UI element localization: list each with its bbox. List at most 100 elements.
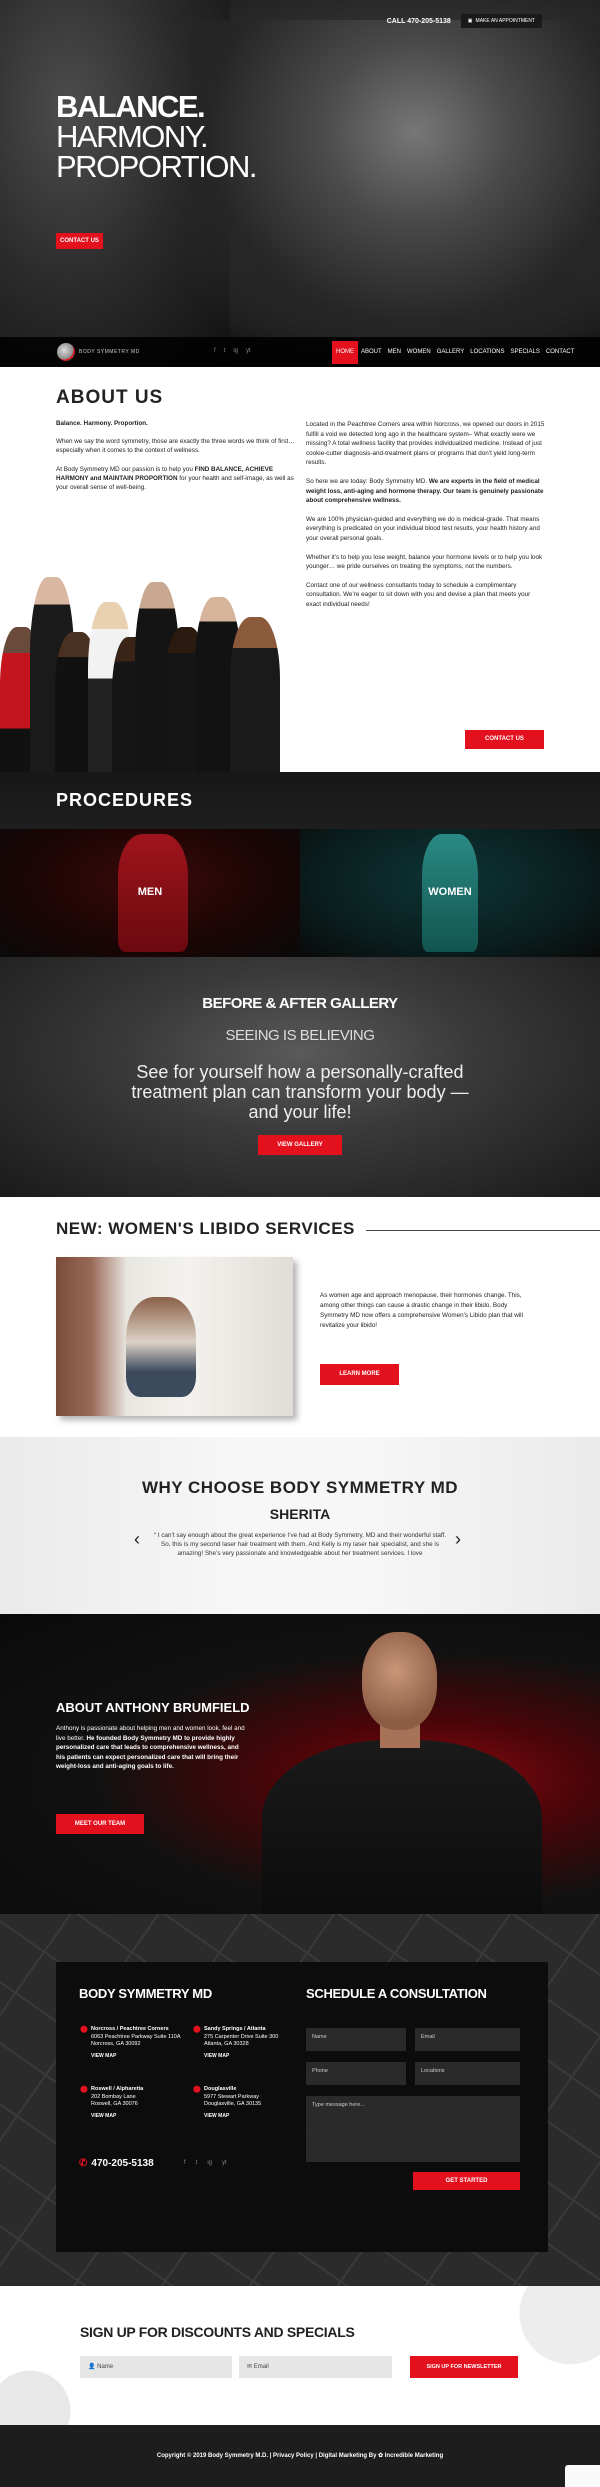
instagram-icon[interactable]: ig [207,2160,212,2166]
location-city: Roswell, GA 30076 [91,2101,138,2107]
about-contact-button[interactable]: CONTACT US [465,730,544,749]
message-textarea[interactable]: Type message here... [306,2096,520,2162]
view-map-link[interactable]: VIEW MAP [91,2053,191,2061]
testimonial-name: SHERITA [269,1506,331,1522]
email-placeholder: Email [253,2364,269,2370]
location-address: 275 Carpenter Drive Suite 300 [204,2033,279,2040]
libido-section: NEW: WOMEN'S LIBIDO SERVICES As women ag… [0,1197,600,1437]
view-map-link[interactable]: VIEW MAP [204,2113,304,2121]
location-address: 202 Bombay Lane [91,2093,136,2100]
about-right-p4: Whether it’s to help you lose weight, ba… [306,553,543,571]
team-member [230,617,280,772]
footer-social: f t ig yt [184,2160,227,2166]
about-r2-text: So here we are today: Body Symmetry MD. [306,477,429,485]
get-started-button[interactable]: GET STARTED [413,2172,520,2190]
copyright-text: Copyright © 2019 Body Symmetry M.D. | Pr… [156,2453,444,2459]
footer-phone[interactable]: ✆ 470-205-5138 [79,2158,154,2169]
founder-section: ABOUT ANTHONY BRUMFIELD Anthony is passi… [0,1614,600,1914]
procedures-title: PROCEDURES [56,790,194,810]
libido-title: NEW: WOMEN'S LIBIDO SERVICES [56,1219,355,1238]
view-map-link[interactable]: VIEW MAP [91,2113,191,2121]
meet-team-button[interactable]: MEET OUR TEAM [56,1814,144,1834]
location-name: Norcross / Peachtree Corners [91,2026,169,2032]
founder-text: Anthony is passionate about helping men … [56,1724,246,1772]
nav-item-specials[interactable]: SPECIALS [508,341,543,364]
about-right-p5: Contact one of our wellness consultants … [306,581,531,608]
nav-item-about[interactable]: ABOUT [358,341,385,364]
facebook-icon[interactable]: f [184,2160,186,2166]
chevron-left-icon[interactable]: ‹ [134,1529,140,1550]
hero-contact-button[interactable]: CONTACT US [56,233,103,249]
newsletter-name-input[interactable]: 👤 Name [80,2356,232,2378]
locations-select[interactable]: Locations [415,2062,520,2085]
about-right-p1: Located in the Peachtree Corners area wi… [306,421,545,467]
learn-more-button[interactable]: LEARN MORE [320,1364,399,1385]
view-gallery-button[interactable]: VIEW GALLERY [258,1135,342,1155]
consultation-title: SCHEDULE A CONSULTATION [306,1986,487,2001]
view-map-link[interactable]: VIEW MAP [204,2053,304,2061]
location-name: Sandy Springs / Atlanta [204,2026,266,2032]
location-douglasville: ⬤ Douglasville 5977 Stewart Parkway Doug… [193,2086,304,2121]
testimonial-quote: “ I can’t say enough about the great exp… [153,1532,447,1557]
nav-item-gallery[interactable]: GALLERY [434,341,468,364]
location-norcross: ⬤ Norcross / Peachtree Corners 6063 Peac… [80,2026,191,2061]
header-phone[interactable]: CALL 470-205-5138 [387,18,451,25]
hero-line-3: PROPORTION. [56,149,257,184]
about-right-p3: We are 100% physician-guided and everyth… [306,515,540,542]
map-pin-icon: ⬤ [80,2026,88,2033]
about-title: ABOUT US [56,387,164,408]
procedure-men-label: MEN [137,886,163,898]
user-icon: 👤 [88,2364,98,2370]
facebook-icon[interactable]: f [214,348,216,354]
procedure-men-tile[interactable]: MEN [0,829,300,957]
nav-social: f t ig yt [214,348,251,354]
nav-item-contact[interactable]: CONTACT [543,341,578,364]
gallery-title: BEFORE & AFTER GALLERY [202,995,398,1012]
procedures-section: PROCEDURES MEN WOMEN [0,772,600,957]
couple-photo [56,1257,293,1416]
nav-item-women[interactable]: WOMEN [404,341,434,364]
about-paragraph-2: At Body Symmetry MD our passion is to he… [56,465,298,493]
map-pin-icon: ⬤ [193,2026,201,2033]
about-right-p2: So here we are today: Body Symmetry MD. … [306,477,546,506]
hero-line-2: HARMONY. [56,119,209,154]
youtube-icon[interactable]: yt [246,348,251,354]
procedure-women-tile[interactable]: WOMEN [300,829,600,957]
recaptcha-badge-icon[interactable] [565,2465,600,2487]
contact-panel: BODY SYMMETRY MD ⬤ Norcross / Peachtree … [56,1962,548,2252]
appointment-button[interactable]: ▣ MAKE AN APPOINTMENT [460,14,542,28]
newsletter-signup-button[interactable]: SIGN UP FOR NEWSLETTER [410,2356,518,2378]
twitter-icon[interactable]: t [196,2160,198,2166]
copyright-bar: Copyright © 2019 Body Symmetry M.D. | Pr… [0,2425,600,2487]
about-p2-text: At Body Symmetry MD our passion is to he… [56,465,195,473]
why-title: WHY CHOOSE BODY SYMMETRY MD [141,1478,459,1497]
gallery-text: See for yourself how a personally-crafte… [131,1062,469,1122]
name-field[interactable]: Name [306,2028,406,2051]
appointment-label: MAKE AN APPOINTMENT [475,18,535,24]
location-city: Norcross, GA 30092 [91,2041,141,2047]
newsletter-email-input[interactable]: ✉ Email [239,2356,392,2378]
email-field[interactable]: Email [415,2028,520,2051]
couple-figure [126,1297,196,1397]
chevron-right-icon[interactable]: › [455,1529,461,1550]
map-pin-icon: ⬤ [193,2086,201,2093]
libido-text: As women age and approach menopause, the… [320,1292,523,1329]
founder-photo-head [362,1632,437,1730]
phone-field[interactable]: Phone [306,2062,406,2085]
location-name: Roswell / Alpharetta [91,2086,144,2092]
instagram-icon[interactable]: ig [233,348,238,354]
phone-icon: ✆ [79,2158,88,2169]
nav-item-home[interactable]: HOME [332,341,358,364]
site-logo[interactable]: BODY SYMMETRY MD [57,343,140,361]
procedure-women-label: WOMEN [428,886,472,898]
twitter-icon[interactable]: t [224,348,226,354]
logo-text: BODY SYMMETRY MD [79,349,140,355]
youtube-icon[interactable]: yt [222,2160,227,2166]
footer-phone-number: 470-205-5138 [91,2158,154,2169]
hero-section: CALL 470-205-5138 ▣ MAKE AN APPOINTMENT B… [0,0,600,367]
main-nav: BODY SYMMETRY MD f t ig yt HOME ABOUT ME… [0,337,600,367]
nav-item-locations[interactable]: LOCATIONS [467,341,507,364]
location-address: 6063 Peachtree Parkway Suite 110A [91,2033,181,2040]
founder-title: ABOUT ANTHONY BRUMFIELD [56,1700,250,1715]
nav-item-men[interactable]: MEN [385,341,404,364]
